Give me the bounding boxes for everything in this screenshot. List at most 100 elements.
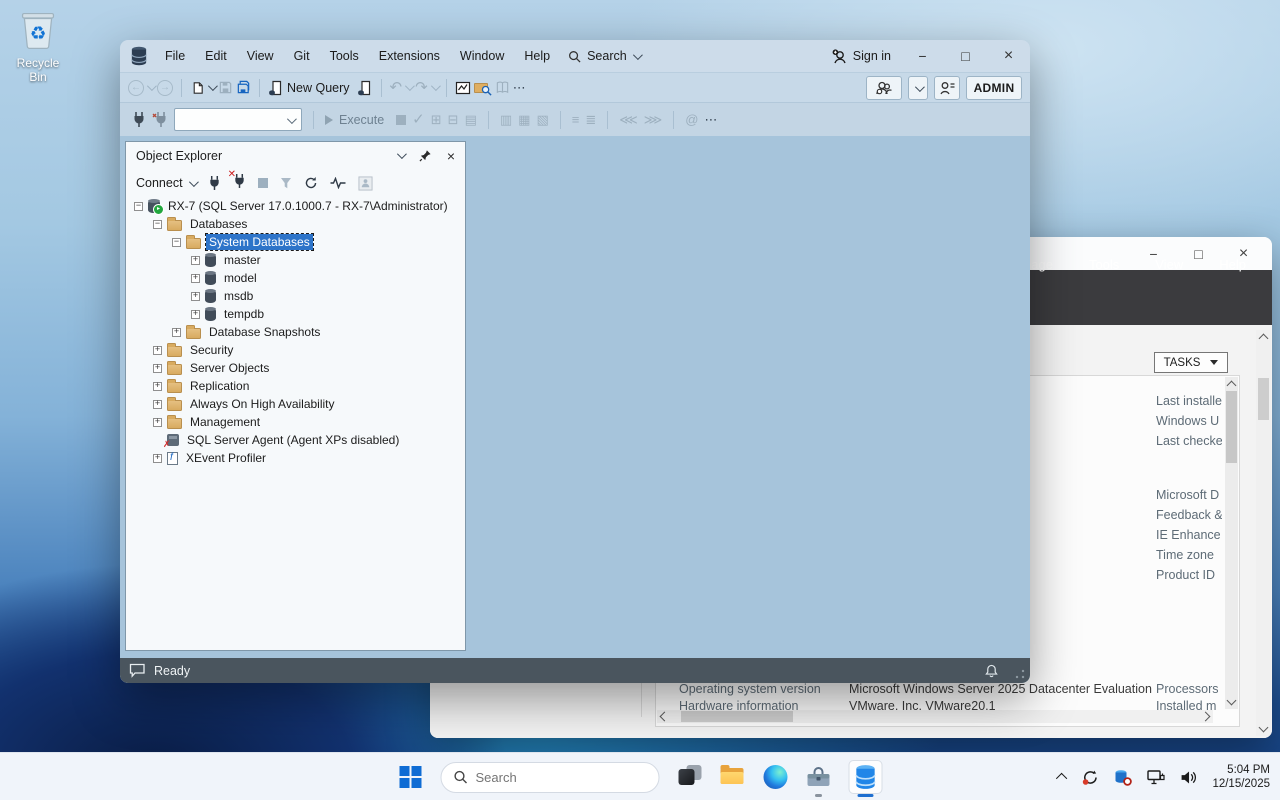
- scrollbar-thumb[interactable]: [1226, 391, 1237, 463]
- prop-windows-update[interactable]: Windows U: [1156, 414, 1222, 430]
- start-button[interactable]: [398, 760, 424, 794]
- notifications-bell-icon[interactable]: [985, 664, 998, 678]
- admin-button[interactable]: ADMIN: [966, 76, 1022, 100]
- tree-item-model[interactable]: model: [126, 269, 465, 287]
- window-position-icon[interactable]: [397, 149, 407, 159]
- save-all-icon[interactable]: [236, 80, 251, 95]
- sign-in-button[interactable]: Sign in: [832, 49, 891, 64]
- taskbar-clock[interactable]: 5:04 PM 12/15/2025: [1212, 763, 1270, 791]
- titlebar-search[interactable]: Search: [568, 49, 640, 63]
- expand-icon[interactable]: [172, 328, 181, 337]
- update-pending-icon[interactable]: [1082, 769, 1099, 786]
- tree-item-label[interactable]: master: [221, 252, 264, 268]
- prop-microsoft-defender[interactable]: Microsoft D: [1156, 488, 1222, 504]
- taskbar-search[interactable]: [441, 762, 660, 793]
- database-selector-combobox[interactable]: [174, 108, 302, 131]
- book-icon-disabled[interactable]: [495, 80, 510, 95]
- tray-overflow-chevron-icon[interactable]: [1056, 773, 1067, 784]
- tree-item-master[interactable]: master: [126, 251, 465, 269]
- database-tray-icon[interactable]: [1114, 769, 1132, 786]
- prop-ie-enhanced[interactable]: IE Enhance: [1156, 528, 1222, 544]
- object-explorer-header[interactable]: Object Explorer ×: [126, 142, 465, 169]
- navigate-forward-icon[interactable]: →: [157, 80, 173, 96]
- menu-file[interactable]: File: [155, 49, 195, 63]
- scroll-left-icon[interactable]: [660, 712, 670, 722]
- disconnect-icon[interactable]: ✕: [233, 173, 246, 194]
- scripting-icon-disabled[interactable]: [358, 176, 373, 191]
- menu-git[interactable]: Git: [284, 49, 320, 63]
- chevron-down-icon[interactable]: [633, 50, 643, 60]
- network-icon[interactable]: [1147, 770, 1165, 785]
- scroll-right-icon[interactable]: [1201, 712, 1211, 722]
- folder-search-icon[interactable]: [474, 80, 492, 96]
- stop-icon-disabled[interactable]: [258, 178, 268, 188]
- tree-item-server-objects[interactable]: Server Objects: [126, 359, 465, 377]
- prop-feedback[interactable]: Feedback &: [1156, 508, 1222, 524]
- tree-item-sql-server-agent[interactable]: SQL Server Agent (Agent XPs disabled): [126, 431, 465, 449]
- tree-item-label[interactable]: SQL Server Agent (Agent XPs disabled): [184, 432, 402, 448]
- menu-extensions[interactable]: Extensions: [369, 49, 450, 63]
- sm-menu-tools[interactable]: Tools: [1089, 257, 1119, 272]
- ssms-titlebar[interactable]: File Edit View Git Tools Extensions Wind…: [120, 40, 1030, 72]
- sm-properties-scrollbar[interactable]: [1225, 377, 1238, 709]
- comment-icon-disabled[interactable]: ≡: [572, 113, 580, 126]
- expand-icon[interactable]: [191, 310, 200, 319]
- minimize-button[interactable]: −: [901, 40, 944, 72]
- connected-user-button[interactable]: [934, 76, 960, 100]
- chevron-down-icon[interactable]: [208, 81, 218, 91]
- ssms-taskbar-button[interactable]: [849, 760, 883, 794]
- sm-outer-scrollbar[interactable]: [1256, 330, 1271, 736]
- connect-icon[interactable]: [132, 111, 146, 128]
- tree-item-label[interactable]: Always On High Availability: [187, 396, 338, 412]
- activity-monitor-icon[interactable]: [330, 177, 346, 189]
- change-connection-icon[interactable]: [152, 111, 168, 128]
- prop-time-zone[interactable]: Time zone: [1156, 548, 1222, 564]
- tree-item-label[interactable]: Server Objects: [187, 360, 272, 376]
- task-view-button[interactable]: [677, 760, 703, 794]
- tree-item-label[interactable]: tempdb: [221, 306, 267, 322]
- open-query-icon[interactable]: [357, 80, 373, 96]
- resize-grip[interactable]: [1015, 669, 1025, 679]
- prop-last-checked[interactable]: Last checke: [1156, 434, 1222, 450]
- user-accounts-dropdown[interactable]: [908, 76, 928, 100]
- chevron-down-icon[interactable]: [431, 81, 441, 91]
- tree-item-databases[interactable]: Databases: [126, 215, 465, 233]
- scroll-down-icon[interactable]: [1259, 723, 1269, 733]
- expand-icon[interactable]: [191, 274, 200, 283]
- server-manager-button[interactable]: [806, 760, 832, 794]
- increase-indent-icon-disabled[interactable]: ⋙: [644, 113, 663, 126]
- expand-icon[interactable]: [153, 346, 162, 355]
- query-options-icon-disabled[interactable]: ⊟: [448, 113, 459, 126]
- refresh-icon[interactable]: [304, 176, 318, 190]
- pin-icon[interactable]: [419, 149, 432, 162]
- menu-tools[interactable]: Tools: [320, 49, 369, 63]
- tasks-dropdown-button[interactable]: TASKS: [1154, 352, 1228, 373]
- menu-view[interactable]: View: [237, 49, 284, 63]
- scroll-up-icon[interactable]: [1227, 381, 1237, 391]
- prop-product-id[interactable]: Product ID: [1156, 568, 1222, 584]
- new-query-button[interactable]: New Query: [287, 81, 350, 95]
- expand-icon[interactable]: [153, 382, 162, 391]
- tree-item-tempdb[interactable]: tempdb: [126, 305, 465, 323]
- tree-item-security[interactable]: Security: [126, 341, 465, 359]
- chevron-down-icon[interactable]: [405, 81, 415, 91]
- navigate-back-icon[interactable]: ←: [128, 80, 144, 96]
- prop-last-installed[interactable]: Last installe: [1156, 394, 1222, 410]
- collapse-icon[interactable]: [153, 220, 162, 229]
- scrollbar-thumb[interactable]: [681, 711, 793, 722]
- execute-button[interactable]: Execute: [325, 113, 384, 127]
- uncomment-icon-disabled[interactable]: ≣: [585, 113, 596, 126]
- scroll-down-icon[interactable]: [1227, 696, 1237, 706]
- expand-icon[interactable]: [153, 400, 162, 409]
- sm-menu-help[interactable]: Help: [1219, 257, 1246, 272]
- tree-item-database-snapshots[interactable]: Database Snapshots: [126, 323, 465, 341]
- showplan-icon-disabled[interactable]: ⊞: [431, 113, 442, 126]
- results-file-icon-disabled[interactable]: ▧: [536, 113, 548, 126]
- volume-icon[interactable]: [1180, 770, 1197, 785]
- scrollbar-thumb[interactable]: [1258, 378, 1269, 420]
- maximize-button[interactable]: □: [944, 40, 987, 72]
- tree-item-label[interactable]: Management: [187, 414, 263, 430]
- expand-icon[interactable]: [153, 364, 162, 373]
- tree-item-msdb[interactable]: msdb: [126, 287, 465, 305]
- new-file-icon[interactable]: [190, 80, 205, 96]
